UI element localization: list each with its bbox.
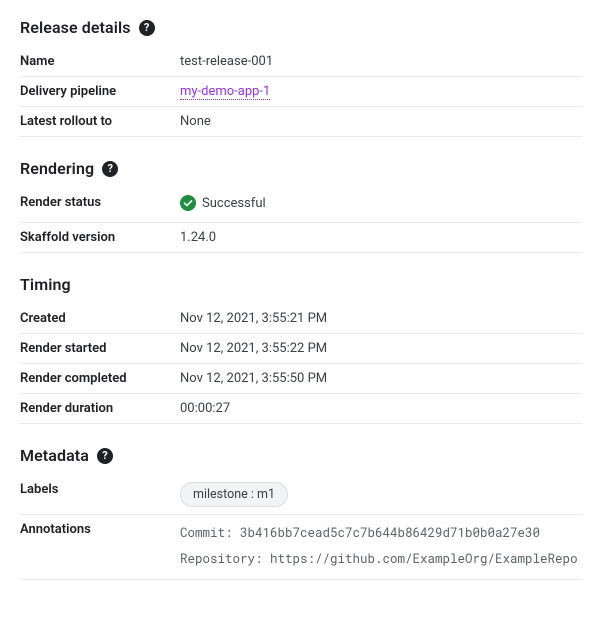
created-label: Created <box>20 304 180 334</box>
render-status-value: Successful <box>202 196 266 211</box>
table-row: Delivery pipeline my-demo-app-1 <box>20 77 582 107</box>
table-row: Name test-release-001 <box>20 47 582 77</box>
table-row: Latest rollout to None <box>20 107 582 137</box>
table-row: Created Nov 12, 2021, 3:55:21 PM <box>20 304 582 334</box>
table-row: Labels milestone : m1 <box>20 475 582 515</box>
skaffold-value: 1.24.0 <box>180 223 582 253</box>
table-row: Render duration 00:00:27 <box>20 394 582 424</box>
render-started-label: Render started <box>20 334 180 364</box>
render-completed-label: Render completed <box>20 364 180 394</box>
render-duration-value: 00:00:27 <box>180 394 582 424</box>
metadata-header: Metadata ? <box>20 446 582 465</box>
table-row: Render started Nov 12, 2021, 3:55:22 PM <box>20 334 582 364</box>
annotations-value: Commit: 3b416bb7cead5c7c7b644b86429d71b0… <box>180 522 582 572</box>
timing-title: Timing <box>20 275 71 294</box>
status-badge: Successful <box>180 195 266 211</box>
metadata-table: Labels milestone : m1 Annotations Commit… <box>20 475 582 580</box>
pipeline-link[interactable]: my-demo-app-1 <box>180 84 270 100</box>
table-row: Render completed Nov 12, 2021, 3:55:50 P… <box>20 364 582 394</box>
labels-label: Labels <box>20 475 180 515</box>
metadata-section: Metadata ? Labels milestone : m1 Annotat… <box>20 446 582 580</box>
table-row: Annotations Commit: 3b416bb7cead5c7c7b64… <box>20 515 582 580</box>
rollout-label: Latest rollout to <box>20 107 180 137</box>
annotation-commit: Commit: 3b416bb7cead5c7c7b644b86429d71b0… <box>180 522 582 546</box>
rendering-title: Rendering <box>20 159 94 178</box>
rollout-value: None <box>180 107 582 137</box>
table-row: Render status Successful <box>20 188 582 223</box>
rendering-header: Rendering ? <box>20 159 582 178</box>
table-row: Skaffold version 1.24.0 <box>20 223 582 253</box>
release-details-title: Release details <box>20 18 131 37</box>
annotations-label: Annotations <box>20 515 180 580</box>
created-value: Nov 12, 2021, 3:55:21 PM <box>180 304 582 334</box>
rendering-table: Render status Successful Skaffold versio… <box>20 188 582 253</box>
name-label: Name <box>20 47 180 77</box>
help-icon[interactable]: ? <box>139 20 155 36</box>
label-chip[interactable]: milestone : m1 <box>180 482 288 507</box>
timing-table: Created Nov 12, 2021, 3:55:21 PM Render … <box>20 304 582 424</box>
render-started-value: Nov 12, 2021, 3:55:22 PM <box>180 334 582 364</box>
help-icon[interactable]: ? <box>102 161 118 177</box>
timing-header: Timing <box>20 275 582 294</box>
checkmark-circle-icon <box>180 195 196 211</box>
help-icon[interactable]: ? <box>97 448 113 464</box>
pipeline-label: Delivery pipeline <box>20 77 180 107</box>
render-duration-label: Render duration <box>20 394 180 424</box>
skaffold-label: Skaffold version <box>20 223 180 253</box>
render-status-label: Render status <box>20 188 180 223</box>
render-completed-value: Nov 12, 2021, 3:55:50 PM <box>180 364 582 394</box>
timing-section: Timing Created Nov 12, 2021, 3:55:21 PM … <box>20 275 582 424</box>
release-details-header: Release details ? <box>20 18 582 37</box>
metadata-title: Metadata <box>20 446 89 465</box>
rendering-section: Rendering ? Render status Successful Ska… <box>20 159 582 253</box>
annotation-repository: Repository: https://github.com/ExampleOr… <box>180 548 582 572</box>
release-details-table: Name test-release-001 Delivery pipeline … <box>20 47 582 137</box>
name-value: test-release-001 <box>180 47 582 77</box>
release-details-section: Release details ? Name test-release-001 … <box>20 18 582 137</box>
